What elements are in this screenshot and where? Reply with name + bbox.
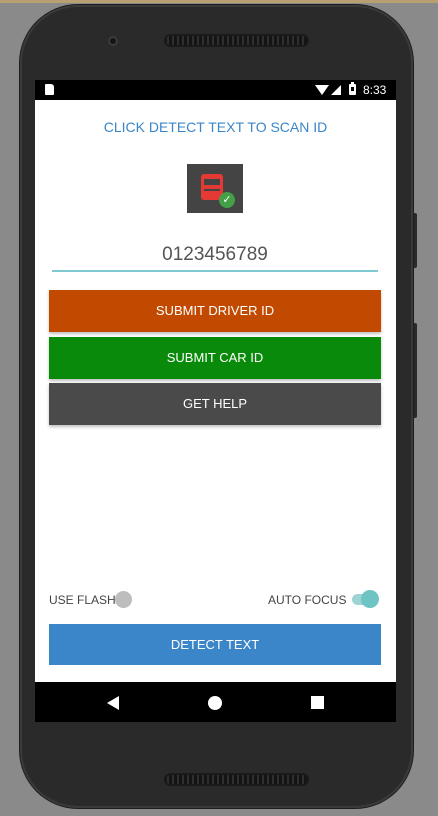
back-icon[interactable] [107, 696, 119, 710]
submit-car-id-button[interactable]: SUBMIT CAR ID [49, 337, 381, 379]
home-icon[interactable] [208, 696, 222, 710]
volume-button [413, 213, 417, 268]
get-help-button[interactable]: GET HELP [49, 383, 381, 425]
phone-screen: 8:33 CLICK DETECT TEXT TO SCAN ID ✓ SUBM… [35, 80, 396, 722]
power-button [413, 323, 417, 418]
wifi-icon [315, 85, 329, 95]
navigation-bar [35, 682, 396, 722]
use-flash-toggle-thumb[interactable] [115, 591, 132, 608]
frame-top-line [0, 0, 438, 3]
bottom-speaker [164, 773, 309, 786]
signal-icon [331, 85, 341, 95]
recents-icon[interactable] [311, 696, 324, 709]
status-bar: 8:33 [35, 80, 396, 100]
detect-text-button[interactable]: DETECT TEXT [49, 624, 381, 665]
truck-check-icon: ✓ [187, 164, 243, 213]
sd-card-icon [45, 84, 54, 95]
checkmark-icon: ✓ [219, 192, 235, 208]
front-camera [108, 36, 118, 46]
status-time: 8:33 [363, 83, 387, 97]
submit-driver-id-button[interactable]: SUBMIT DRIVER ID [49, 290, 381, 332]
battery-icon [349, 82, 356, 95]
instruction-text: CLICK DETECT TEXT TO SCAN ID [103, 119, 328, 135]
auto-focus-label: AUTO FOCUS [268, 593, 347, 607]
id-input[interactable] [52, 240, 378, 272]
use-flash-label: USE FLASH [49, 593, 116, 607]
top-speaker [164, 34, 309, 47]
auto-focus-toggle-thumb[interactable] [361, 590, 379, 608]
